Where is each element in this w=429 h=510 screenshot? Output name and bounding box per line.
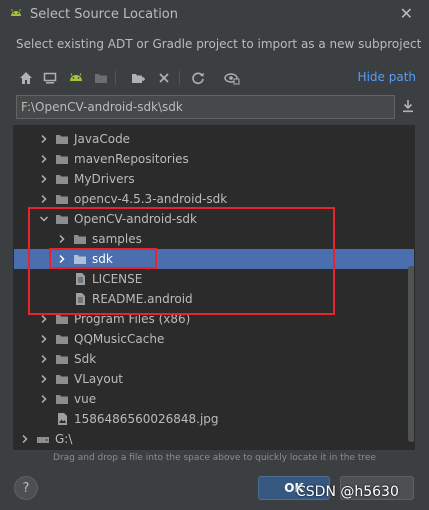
folder-icon [56, 395, 68, 404]
tree-row[interactable]: JavaCode [14, 129, 414, 149]
dialog-subtitle: Select existing ADT or Gradle project to… [16, 37, 422, 51]
hide-path-link[interactable]: Hide path [358, 70, 416, 84]
chevron-right-icon[interactable] [39, 394, 49, 404]
folder-icon [56, 175, 68, 184]
toolbar-separator [179, 71, 180, 85]
chevron-right-icon[interactable] [39, 354, 49, 364]
folder-icon[interactable] [91, 67, 111, 89]
folder-icon [74, 255, 86, 264]
folder-icon [56, 135, 68, 144]
tree-row-label: mavenRepositories [74, 152, 189, 166]
tree-row-label: OpenCV-android-sdk [74, 212, 197, 226]
home-icon[interactable] [16, 67, 36, 89]
toolbar-separator [115, 71, 116, 85]
android-icon[interactable] [66, 67, 86, 89]
tree-row[interactable]: opencv-4.5.3-android-sdk [14, 189, 414, 209]
chevron-right-icon[interactable] [57, 254, 67, 264]
tree-row-label: LICENSE [92, 272, 143, 286]
tree-row-label: sdk [92, 252, 113, 266]
path-input[interactable]: F:\OpenCV-android-sdk\sdk [16, 95, 395, 119]
tree-row-label: 1586486560026848.jpg [74, 412, 219, 426]
folder-icon [56, 375, 68, 384]
watermark: CSDN @h5630 [296, 484, 399, 500]
help-button[interactable]: ? [14, 476, 38, 500]
file-icon [76, 273, 85, 285]
refresh-icon[interactable] [188, 67, 208, 89]
tree-row-label: Sdk [74, 352, 97, 366]
tree-row[interactable]: QQMusicCache [14, 329, 414, 349]
delete-icon[interactable] [154, 67, 174, 89]
file-tree[interactable]: JavaCode mavenRepositories MyDrivers opencv… [13, 125, 415, 450]
tree-row-label: samples [92, 232, 142, 246]
chevron-right-icon[interactable] [39, 134, 49, 144]
tree-row[interactable]: G:\ [14, 429, 414, 449]
tree-row-label: opencv-4.5.3-android-sdk [74, 192, 228, 206]
download-icon[interactable] [400, 98, 418, 116]
image-file-icon [58, 413, 67, 425]
tree-row[interactable]: Sdk [14, 349, 414, 369]
tree-row-label: JavaCode [74, 132, 131, 146]
tree-row-label: vue [74, 392, 97, 406]
drag-drop-hint: Drag and drop a file into the space abov… [53, 453, 376, 463]
tree-scrollbar[interactable] [408, 266, 414, 442]
window-title: Select Source Location [30, 7, 179, 22]
android-icon [11, 9, 21, 16]
file-icon [76, 293, 85, 305]
folder-icon [74, 235, 86, 244]
tree-row[interactable]: samples [14, 229, 414, 249]
chevron-right-icon[interactable] [39, 374, 49, 384]
tree-row[interactable]: sdk [14, 249, 414, 269]
chevron-right-icon[interactable] [39, 334, 49, 344]
folder-icon [56, 195, 68, 204]
tree-row[interactable]: OpenCV-android-sdk [14, 209, 414, 229]
drive-icon [37, 437, 49, 443]
tree-row[interactable]: MyDrivers [14, 169, 414, 189]
tree-row[interactable]: vue [14, 389, 414, 409]
chevron-down-icon[interactable] [39, 214, 49, 224]
tree-row[interactable]: README.android [14, 289, 414, 309]
close-icon[interactable]: ✕ [400, 5, 413, 23]
folder-icon [56, 215, 68, 224]
chevron-right-icon[interactable] [57, 234, 67, 244]
folder-icon [56, 315, 68, 324]
chevron-right-icon[interactable] [20, 434, 30, 444]
tree-row[interactable]: Program Files (x86) [14, 309, 414, 329]
folder-icon [56, 335, 68, 344]
title-bar: Select Source Location ✕ [0, 0, 429, 30]
tree-row-label: MyDrivers [74, 172, 135, 186]
file-chooser-toolbar: Hide path [16, 67, 416, 89]
tree-row-label: Program Files (x86) [74, 312, 191, 326]
tree-row[interactable]: 1586486560026848.jpg [14, 409, 414, 429]
tree-row[interactable]: VLayout [14, 369, 414, 389]
chevron-right-icon[interactable] [39, 314, 49, 324]
desktop-icon[interactable] [40, 67, 60, 89]
chevron-right-icon[interactable] [39, 174, 49, 184]
tree-row-label: README.android [92, 292, 193, 306]
folder-icon [56, 155, 68, 164]
tree-row[interactable]: mavenRepositories [14, 149, 414, 169]
new-folder-icon[interactable] [128, 67, 148, 89]
tree-row-label: G:\ [55, 432, 73, 446]
chevron-right-icon[interactable] [39, 194, 49, 204]
tree-row[interactable]: LICENSE [14, 269, 414, 289]
folder-icon [56, 355, 68, 364]
tree-row-label: VLayout [74, 372, 124, 386]
tree-row-label: QQMusicCache [74, 332, 165, 346]
show-hidden-icon[interactable] [222, 67, 242, 89]
chevron-right-icon[interactable] [39, 154, 49, 164]
